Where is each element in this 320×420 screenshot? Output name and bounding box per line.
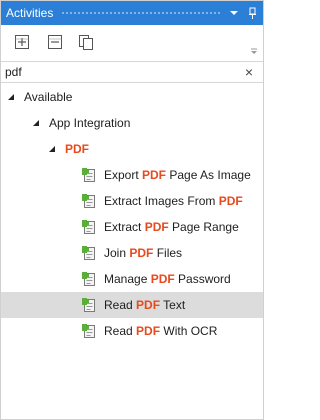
activity-item[interactable]: Export PDF Page As Image — [1, 162, 263, 188]
activity-icon — [81, 193, 97, 209]
tree-node-label: PDF — [65, 142, 89, 156]
toolbar-overflow-icon[interactable] — [251, 45, 257, 54]
activity-label: Extract Images From PDF — [104, 194, 243, 208]
search-match-highlight: PDF — [150, 272, 175, 286]
title-grip — [61, 10, 221, 16]
activity-label-suffix: Files — [153, 246, 183, 260]
activity-label: Read PDF With OCR — [104, 324, 217, 338]
activity-icon — [81, 245, 97, 261]
activity-item[interactable]: Manage PDF Password — [1, 266, 263, 292]
activity-label-suffix: With OCR — [160, 324, 218, 338]
pin-icon[interactable] — [245, 1, 259, 25]
expanded-arrow-icon[interactable] — [6, 92, 16, 102]
search-match-highlight: PDF — [129, 246, 154, 260]
activity-label: Export PDF Page As Image — [104, 168, 251, 182]
search-box: × — [1, 61, 263, 83]
activity-item[interactable]: Join PDF Files — [1, 240, 263, 266]
expanded-arrow-icon[interactable] — [47, 144, 57, 154]
activity-icon — [81, 323, 97, 339]
search-match-highlight: PDF — [218, 194, 243, 208]
activity-item[interactable]: Read PDF Text — [1, 292, 263, 318]
tree-node-label: Available — [24, 90, 73, 104]
activity-label: Join PDF Files — [104, 246, 182, 260]
clear-search-button[interactable]: × — [243, 65, 255, 79]
activity-item[interactable]: Extract Images From PDF — [1, 188, 263, 214]
activity-item[interactable]: Read PDF With OCR — [1, 318, 263, 344]
activity-icon — [81, 219, 97, 235]
activity-label-prefix: Export — [104, 168, 143, 182]
activity-label-prefix: Join — [104, 246, 130, 260]
search-match-highlight: PDF — [136, 298, 161, 312]
activity-label-suffix: Page Range — [168, 220, 239, 234]
title-bar: Activities — [1, 1, 263, 25]
expand-all-icon[interactable] — [13, 33, 31, 51]
activity-label-prefix: Extract — [104, 220, 145, 234]
search-match-highlight: PDF — [136, 324, 161, 338]
tree-node-available[interactable]: Available — [1, 84, 263, 110]
activity-label-prefix: Read — [104, 324, 137, 338]
activity-label-prefix: Manage — [104, 272, 151, 286]
activity-label-suffix: Text — [160, 298, 186, 312]
activities-panel: Activities pdf × Available App Integrati… — [0, 0, 264, 420]
activity-item[interactable]: Extract PDF Page Range — [1, 214, 263, 240]
tree-node-app-integration[interactable]: App Integration — [1, 110, 263, 136]
activity-icon — [81, 271, 97, 287]
activity-icon — [81, 167, 97, 183]
search-input[interactable] — [5, 64, 235, 80]
dropdown-icon[interactable] — [227, 1, 241, 25]
panel-title: Activities — [6, 6, 54, 20]
activity-icon — [81, 297, 97, 313]
tree-node-pdf[interactable]: PDF — [1, 136, 263, 162]
search-match-highlight: PDF — [144, 220, 169, 234]
expanded-arrow-icon[interactable] — [31, 118, 41, 128]
toolbar — [1, 25, 263, 61]
activity-label: Read PDF Text — [104, 298, 185, 312]
activity-label: Extract PDF Page Range — [104, 220, 239, 234]
activity-label: Manage PDF Password — [104, 272, 231, 286]
search-match-highlight: PDF — [142, 168, 167, 182]
copy-icon[interactable] — [77, 33, 95, 51]
activity-label-suffix: Page As Image — [166, 168, 251, 182]
collapse-all-icon[interactable] — [46, 33, 64, 51]
activity-label-suffix: Password — [174, 272, 231, 286]
tree-node-label: App Integration — [49, 116, 131, 130]
activity-label-prefix: Read — [104, 298, 137, 312]
activity-label-prefix: Extract Images From — [104, 194, 219, 208]
